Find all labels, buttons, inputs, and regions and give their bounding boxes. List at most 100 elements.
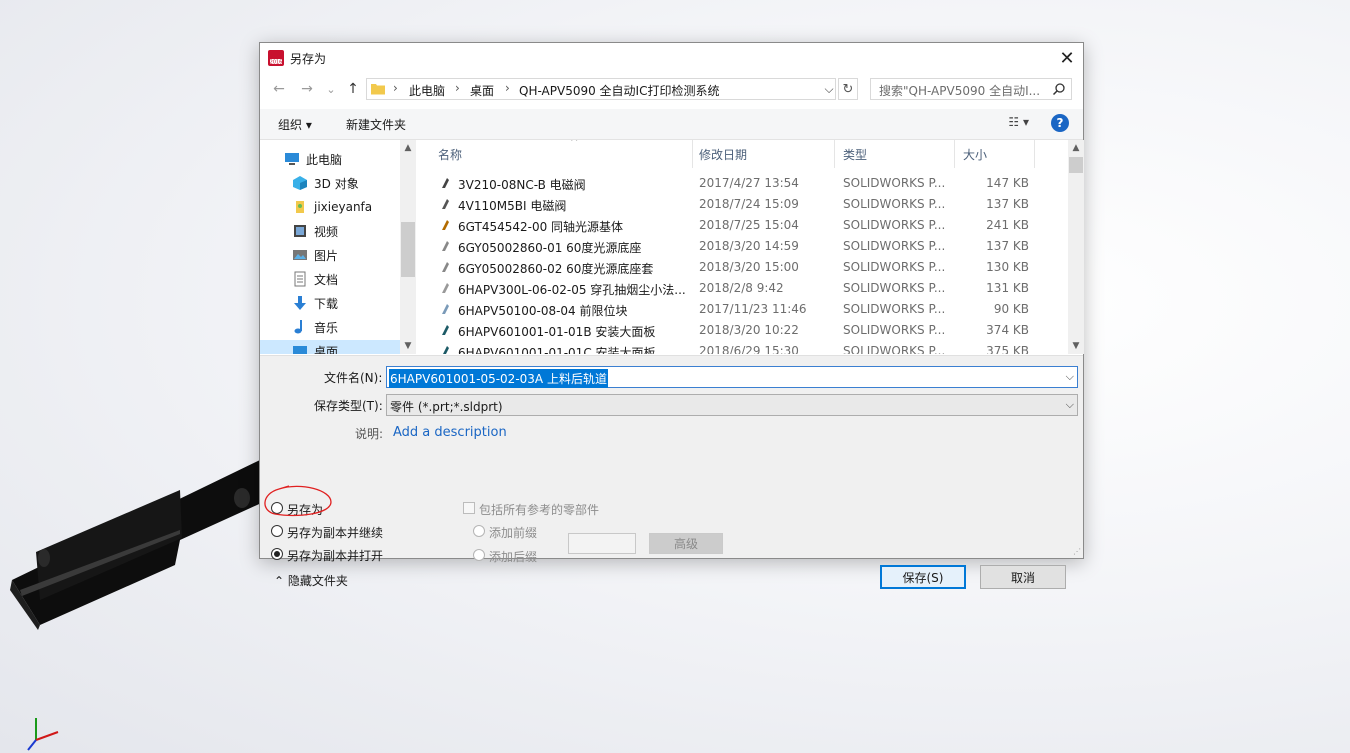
save-as-copy-open-label[interactable]: 另存为副本并打开 (287, 547, 383, 564)
file-row[interactable]: 3V210-08NC-B 电磁阀 2017/4/27 13:54 SOLIDWORK… (418, 173, 1068, 194)
advanced-button[interactable]: 高级 (649, 533, 723, 554)
filetype-select[interactable]: 零件 (*.prt;*.sldprt) ⌵ (386, 394, 1078, 416)
part-file-icon (442, 283, 449, 293)
tree-item-downloads[interactable]: 下载 (292, 292, 416, 314)
tree-item-user-folder[interactable]: jixieyanfa (292, 196, 416, 218)
3d-objects-icon (293, 176, 307, 190)
view-options-icon[interactable]: ☷ ▾ (1008, 115, 1029, 129)
file-row[interactable]: 6GY05002860-01 60度光源底座 2018/3/20 14:59 SOL… (418, 236, 1068, 257)
tree-item-music[interactable]: 音乐 (292, 316, 416, 338)
chevron-down-icon[interactable]: ⌵ (821, 79, 837, 99)
part-file-icon (443, 346, 449, 354)
file-row[interactable]: 6GT454542-00 同轴光源基体 2018/7/25 15:04 SOLIDW… (418, 215, 1068, 236)
forward-arrow-icon[interactable]: → (298, 80, 316, 98)
tree-item-documents[interactable]: 文档 (292, 268, 416, 290)
filename-label: 文件名(N): (324, 371, 383, 385)
tree-item-videos[interactable]: 视频 (292, 220, 416, 242)
address-bar[interactable]: › 此电脑 › 桌面 › QH-APV5090 全自动IC打印检测系统 ⌵ (366, 78, 836, 100)
file-name: 6HAPV300L-06-02-05 穿孔抽烟尘小法... (458, 283, 686, 297)
user-folder-icon (296, 201, 304, 213)
organize-menu[interactable]: 组织 ▾ (278, 116, 312, 133)
file-row[interactable]: 4V110M5BI 电磁阀 2018/7/24 15:09 SOLIDWORKS P… (418, 194, 1068, 215)
help-icon[interactable]: ? (1051, 114, 1069, 132)
filetype-value: 零件 (*.prt;*.sldprt) (390, 400, 503, 414)
file-size: 90 KB (993, 302, 1029, 316)
close-icon[interactable]: ✕ (1051, 43, 1083, 73)
file-list-scrollbar[interactable]: ▲ ▼ (1068, 140, 1084, 354)
file-row[interactable]: 6GY05002860-02 60度光源底座套 2018/3/20 15:00 SO… (418, 257, 1068, 278)
part-file-icon (442, 178, 449, 188)
file-date: 2018/7/24 15:09 (699, 197, 799, 211)
scroll-down-icon[interactable]: ▼ (400, 338, 416, 354)
breadcrumb-desktop[interactable]: 桌面 (470, 82, 494, 99)
save-as-dialog: 2016 另存为 ✕ ← → ⌄ ↑ › 此电脑 › 桌面 › QH-APV50… (259, 42, 1084, 589)
column-name[interactable]: 名称 ^ (430, 140, 693, 168)
file-row[interactable]: 6HAPV50100-08-04 前限位块 2017/11/23 11:46 SOL… (418, 299, 1068, 320)
include-refs-checkbox[interactable] (463, 502, 475, 514)
scroll-up-icon[interactable]: ▲ (1068, 140, 1084, 156)
sort-ascending-icon: ^ (570, 140, 579, 148)
add-prefix-label: 添加前缀 (489, 526, 538, 540)
axis-triad-icon (27, 718, 59, 751)
file-name: 6GT454542-00 同轴光源基体 (458, 220, 624, 234)
refresh-icon[interactable]: ↻ (838, 78, 858, 100)
search-input[interactable]: 搜索"QH-APV5090 全自动I... (870, 78, 1072, 100)
file-row[interactable]: 6HAPV601001-01-01B 安装大面板 2018/3/20 10:22 S… (418, 320, 1068, 341)
dialog-title: 另存为 (290, 52, 327, 66)
desktop-icon (293, 346, 307, 354)
save-as-copy-continue-radio[interactable] (271, 525, 283, 537)
breadcrumb-project-folder[interactable]: QH-APV5090 全自动IC打印检测系统 (519, 82, 719, 99)
scroll-thumb[interactable] (401, 222, 415, 277)
column-header: 名称 ^ 修改日期 类型 大小 (418, 140, 1068, 168)
file-row[interactable]: 6HAPV300L-06-02-05 穿孔抽烟尘小法... 2018/2/8 9:… (418, 278, 1068, 299)
tree-item-desktop[interactable]: 桌面 (260, 340, 400, 354)
file-size: 137 KB (986, 197, 1029, 211)
new-folder-button[interactable]: 新建文件夹 (346, 116, 406, 133)
add-suffix-label: 添加后缀 (489, 550, 538, 564)
add-description-link[interactable]: Add a description (393, 425, 507, 440)
tree-scrollbar[interactable]: ▲ ▼ (400, 140, 416, 354)
recent-locations-icon[interactable]: ⌄ (322, 80, 340, 98)
back-arrow-icon[interactable]: ← (270, 80, 288, 98)
file-name: 6HAPV601001-01-01B 安装大面板 (458, 325, 656, 339)
tree-item-pictures[interactable]: 图片 (292, 244, 416, 266)
up-arrow-icon[interactable]: ↑ (344, 80, 362, 98)
add-suffix-radio[interactable] (473, 549, 485, 561)
file-name: 3V210-08NC-B 电磁阀 (458, 178, 586, 192)
scroll-thumb[interactable] (1069, 157, 1083, 173)
resize-grip-icon[interactable]: ⋰ (1073, 547, 1081, 556)
tree-item-this-pc[interactable]: 此电脑 (284, 148, 416, 170)
hide-folders-toggle[interactable]: ⌃ 隐藏文件夹 (274, 572, 348, 589)
save-button[interactable]: 保存(S) (880, 565, 966, 589)
part-file-icon (442, 241, 449, 251)
folder-icon (371, 84, 385, 95)
save-as-copy-open-radio[interactable] (271, 548, 283, 560)
filename-input[interactable]: 6HAPV601001-05-02-03A 上料后轨道 ⌵ (386, 366, 1078, 388)
chevron-down-icon: ⌵ (1065, 398, 1074, 411)
breadcrumb-this-pc[interactable]: 此电脑 (409, 82, 445, 99)
documents-icon (294, 271, 306, 287)
prefix-suffix-input[interactable] (568, 533, 636, 554)
file-type: SOLIDWORKS P... (843, 197, 946, 211)
column-type[interactable]: 类型 (835, 140, 955, 168)
solidworks-2016-icon: 2016 (268, 50, 284, 66)
file-name: 6GY05002860-01 60度光源底座 (458, 241, 642, 255)
file-name: 4V110M5BI 电磁阀 (458, 199, 567, 213)
file-row[interactable]: 6HAPV601001-01-01C 安装大面板 2018/6/29 15:30 S… (418, 341, 1068, 354)
add-prefix-radio[interactable] (473, 525, 485, 537)
file-type: SOLIDWORKS P... (843, 239, 946, 253)
file-type: SOLIDWORKS P... (843, 344, 946, 354)
tree-item-3d-objects[interactable]: 3D 对象 (292, 172, 416, 194)
chevron-down-icon[interactable]: ⌵ (1066, 370, 1074, 384)
column-size[interactable]: 大小 (955, 140, 1035, 168)
file-date: 2018/7/25 15:04 (699, 218, 799, 232)
file-type: SOLIDWORKS P... (843, 218, 946, 232)
scroll-up-icon[interactable]: ▲ (400, 140, 416, 156)
scroll-down-icon[interactable]: ▼ (1068, 338, 1084, 354)
search-icon (1052, 83, 1065, 96)
column-date[interactable]: 修改日期 (691, 140, 835, 168)
cancel-button[interactable]: 取消 (980, 565, 1066, 589)
file-size: 374 KB (986, 323, 1029, 337)
file-date: 2018/2/8 9:42 (699, 281, 784, 295)
save-as-copy-continue-label[interactable]: 另存为副本并继续 (287, 524, 383, 541)
